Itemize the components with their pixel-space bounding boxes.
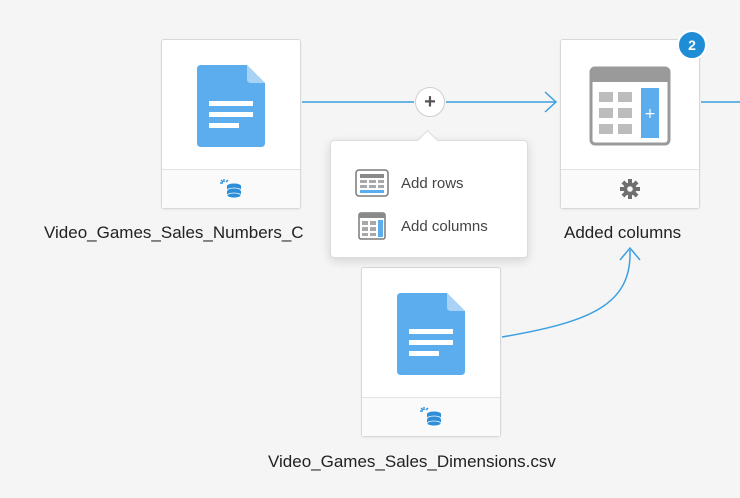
connector-arrowhead-up: [619, 246, 641, 261]
dataset-icon: [420, 407, 442, 427]
add-columns-icon: [355, 212, 389, 240]
node-dimensions-dataset[interactable]: [361, 267, 501, 437]
node-dimensions-dataset-footer: [362, 397, 500, 436]
add-rows-icon: [355, 169, 389, 197]
table-add-column-icon: +: [589, 66, 671, 145]
svg-text:+: +: [644, 106, 656, 122]
add-step-button[interactable]: +: [415, 87, 445, 117]
document-icon: [197, 64, 265, 147]
connector-dimensions-to-added: [501, 249, 631, 338]
connector-arrowhead-right: [544, 91, 558, 113]
node-added-columns-body: +: [561, 40, 699, 171]
step-count-badge: 2: [677, 30, 707, 60]
menu-item-add-rows[interactable]: Add rows: [355, 168, 464, 198]
dataset-icon: [220, 179, 242, 199]
node-added-columns[interactable]: +: [560, 39, 700, 209]
add-step-menu: Add rows Add columns: [330, 129, 528, 258]
node-numbers-dataset[interactable]: [161, 39, 301, 209]
menu-item-label: Add columns: [401, 217, 488, 235]
node-dimensions-dataset-label: Video_Games_Sales_Dimensions.csv: [268, 452, 556, 471]
node-added-columns-footer: [561, 169, 699, 208]
document-icon: [397, 292, 465, 375]
menu-item-add-columns[interactable]: Add columns: [355, 211, 488, 241]
node-added-columns-label: Added columns: [564, 223, 682, 242]
node-numbers-dataset-label: Video_Games_Sales_Numbers_C: [44, 223, 304, 242]
gear-icon[interactable]: [619, 178, 641, 200]
menu-item-label: Add rows: [401, 174, 464, 192]
node-numbers-dataset-body: [162, 40, 300, 171]
menu-pointer: [416, 129, 439, 152]
node-dimensions-dataset-body: [362, 268, 500, 399]
node-numbers-dataset-footer: [162, 169, 300, 208]
plus-icon: +: [424, 91, 436, 113]
